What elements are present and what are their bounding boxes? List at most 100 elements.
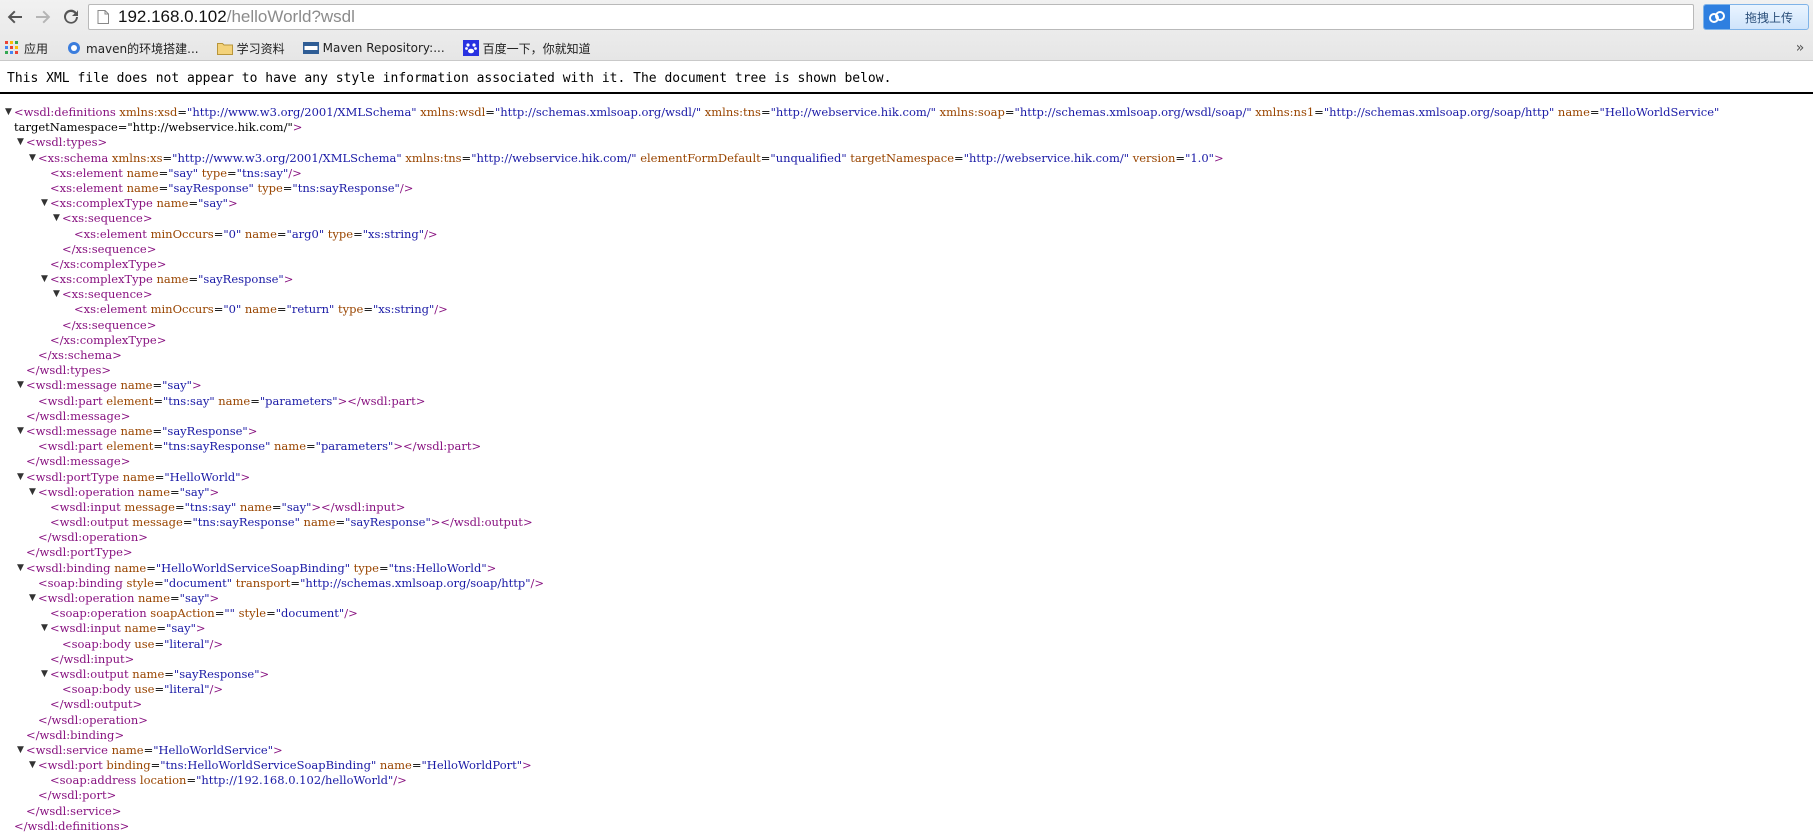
xml-line: ▼ <wsdl:input name="say"> bbox=[5, 621, 1810, 636]
reload-icon bbox=[62, 8, 80, 26]
xml-line-text: <wsdl:portType name="HelloWorld"> bbox=[26, 469, 251, 484]
xml-line-text: <wsdl:service name="HelloWorldService"> bbox=[26, 742, 283, 757]
xml-line: </wsdl:port> bbox=[5, 788, 1810, 803]
bookmark-apps[interactable]: 应用 bbox=[0, 37, 52, 59]
xml-line-text: <soap:operation soapAction="" style="doc… bbox=[50, 606, 358, 621]
xml-line-text: <wsdl:output name="sayResponse"> bbox=[50, 666, 270, 681]
bookmarks-overflow-chevron-icon[interactable]: » bbox=[1793, 36, 1807, 60]
extension-label: 拖拽上传 bbox=[1744, 10, 1793, 25]
xml-line: ▼ <wsdl:service name="HelloWorldService"> bbox=[5, 743, 1810, 758]
browser-chrome: 192.168.0.102/helloWorld?wsdl 拖拽上传 应用 ma… bbox=[0, 0, 1813, 61]
xml-line: <wsdl:part element="tns:sayResponse" nam… bbox=[5, 439, 1810, 454]
xml-line: ▼ <wsdl:message name="say"> bbox=[5, 378, 1810, 393]
xml-line-text: <wsdl:definitions xmlns:xsd="http://www.… bbox=[14, 105, 1720, 119]
banner-divider bbox=[0, 92, 1813, 94]
url-path: /helloWorld?wsdl bbox=[226, 7, 355, 26]
xml-line: ▼ <wsdl:operation name="say"> bbox=[5, 591, 1810, 606]
xml-line: </wsdl:output> bbox=[5, 697, 1810, 712]
xml-line: ▼ <xs:complexType name="say"> bbox=[5, 196, 1810, 211]
xml-line: ▼ <wsdl:binding name="HelloWorldServiceSo… bbox=[5, 561, 1810, 576]
xml-line-text: <xs:complexType name="sayResponse"> bbox=[50, 272, 294, 287]
bookmark-study-folder[interactable]: 学习资料 bbox=[213, 37, 289, 59]
bookmark-maven-repository[interactable]: Maven Repository:... bbox=[299, 37, 449, 59]
xml-line-text: <xs:sequence> bbox=[62, 211, 153, 226]
xml-line-text: </wsdl:binding> bbox=[26, 727, 125, 742]
xml-line-text: <soap:binding style="document" transport… bbox=[38, 575, 545, 590]
xml-line: <wsdl:part element="tns:say" name="param… bbox=[5, 394, 1810, 409]
xml-line-text: <wsdl:message name="say"> bbox=[26, 378, 202, 393]
xml-line: </xs:complexType> bbox=[5, 333, 1810, 348]
bookmark-label: 学习资料 bbox=[236, 41, 285, 56]
bookmark-baidu[interactable]: 百度一下，你就知道 bbox=[459, 37, 595, 59]
xml-line: targetNamespace="http://webservice.hik.c… bbox=[5, 120, 1810, 135]
xml-line: <soap:binding style="document" transport… bbox=[5, 576, 1810, 591]
browser-toolbar: 192.168.0.102/helloWorld?wsdl 拖拽上传 bbox=[0, 0, 1813, 36]
xml-line-text: </wsdl:port> bbox=[38, 788, 117, 803]
xml-line: ▼ <xs:sequence> bbox=[5, 211, 1810, 226]
globe-icon bbox=[66, 40, 82, 56]
xml-line-text: <xs:schema xmlns:xs="http://www.w3.org/2… bbox=[38, 150, 1224, 165]
xml-line-text: <wsdl:message name="sayResponse"> bbox=[26, 423, 258, 438]
xml-line-text: </xs:schema> bbox=[38, 348, 122, 362]
xml-line: <soap:body use="literal"/> bbox=[5, 637, 1810, 652]
xml-line-text: <xs:element minOccurs="0" name="return" … bbox=[74, 302, 448, 317]
xml-line: </wsdl:portType> bbox=[5, 545, 1810, 560]
xml-line-text: </wsdl:input> bbox=[50, 651, 135, 666]
back-arrow-icon bbox=[6, 8, 24, 26]
xml-line-text: <xs:complexType name="say"> bbox=[50, 196, 238, 211]
xml-line-text: <wsdl:port binding="tns:HelloWorldServic… bbox=[38, 758, 532, 773]
forward-arrow-icon bbox=[34, 8, 52, 26]
xml-line-text: <soap:body use="literal"/> bbox=[62, 636, 224, 651]
xml-line: </xs:complexType> bbox=[5, 257, 1810, 272]
xml-line-text: </xs:sequence> bbox=[62, 241, 157, 256]
xml-line-text: <wsdl:input message="tns:say" name="say"… bbox=[50, 499, 406, 514]
xml-line: </wsdl:message> bbox=[5, 409, 1810, 424]
xml-line: <wsdl:output message="tns:sayResponse" n… bbox=[5, 515, 1810, 530]
drag-upload-extension-button[interactable]: 拖拽上传 bbox=[1703, 4, 1809, 30]
cloud-icon bbox=[1704, 5, 1730, 29]
reload-button[interactable] bbox=[58, 4, 84, 30]
xml-line-text: <wsdl:operation name="say"> bbox=[38, 591, 220, 605]
xml-line: </wsdl:operation> bbox=[5, 713, 1810, 728]
xml-line: <soap:address location="http://192.168.0… bbox=[5, 773, 1810, 788]
forward-button[interactable] bbox=[30, 4, 56, 30]
back-button[interactable] bbox=[2, 4, 28, 30]
xml-line: </xs:sequence> bbox=[5, 242, 1810, 257]
xml-line: ▼ <wsdl:types> bbox=[5, 135, 1810, 150]
xml-line-text: </wsdl:message> bbox=[26, 408, 131, 423]
xml-line-text: <wsdl:part element="tns:say" name="param… bbox=[38, 393, 426, 408]
xml-line-text: <wsdl:operation name="say"> bbox=[38, 484, 220, 499]
xml-style-info-banner: This XML file does not appear to have an… bbox=[7, 71, 892, 86]
xml-line: ▼ <wsdl:portType name="HelloWorld"> bbox=[5, 470, 1810, 485]
xml-line: </wsdl:input> bbox=[5, 652, 1810, 667]
apps-grid-icon bbox=[4, 40, 20, 56]
xml-line-text: <soap:address location="http://192.168.0… bbox=[50, 773, 407, 788]
xml-line-text: </xs:complexType> bbox=[50, 332, 167, 347]
address-bar[interactable]: 192.168.0.102/helloWorld?wsdl bbox=[88, 4, 1694, 30]
xml-line: <xs:element minOccurs="0" name="return" … bbox=[5, 302, 1810, 317]
xml-line: <xs:element minOccurs="0" name="arg0" ty… bbox=[5, 227, 1810, 242]
bookmark-label: Maven Repository:... bbox=[322, 41, 445, 55]
bookmark-label: 百度一下，你就知道 bbox=[482, 41, 591, 56]
bookmark-maven-setup[interactable]: maven的环境搭建... bbox=[62, 37, 203, 59]
bookmarks-bar: 应用 maven的环境搭建... 学习资料 Maven Repository:.… bbox=[0, 36, 1813, 60]
folder-icon bbox=[216, 40, 233, 56]
xml-line: <soap:body use="literal"/> bbox=[5, 682, 1810, 697]
xml-line: ▼ <wsdl:definitions xmlns:xsd="http://www… bbox=[5, 105, 1810, 120]
url-text[interactable]: 192.168.0.102/helloWorld?wsdl bbox=[118, 7, 355, 27]
xml-line-text: <xs:element minOccurs="0" name="arg0" ty… bbox=[74, 226, 438, 241]
xml-line: <wsdl:input message="tns:say" name="say"… bbox=[5, 500, 1810, 515]
xml-line: </wsdl:binding> bbox=[5, 728, 1810, 743]
xml-line: <xs:element name="say" type="tns:say"/> bbox=[5, 166, 1810, 181]
xml-line: </wsdl:types> bbox=[5, 363, 1810, 378]
xml-line-text: <wsdl:binding name="HelloWorldServiceSoa… bbox=[26, 560, 497, 575]
xml-line: </wsdl:message> bbox=[5, 454, 1810, 469]
xml-line: </wsdl:service> bbox=[5, 804, 1810, 819]
xml-line: </wsdl:operation> bbox=[5, 530, 1810, 545]
xml-line: </wsdl:definitions> bbox=[5, 819, 1810, 834]
xml-line-text: <wsdl:types> bbox=[26, 135, 108, 150]
xml-line: ▼ <wsdl:operation name="say"> bbox=[5, 485, 1810, 500]
xml-line-text: targetNamespace="http://webservice.hik.c… bbox=[14, 120, 303, 135]
xml-line-text: </wsdl:operation> bbox=[38, 530, 148, 545]
xml-line: <xs:element name="sayResponse" type="tns… bbox=[5, 181, 1810, 196]
